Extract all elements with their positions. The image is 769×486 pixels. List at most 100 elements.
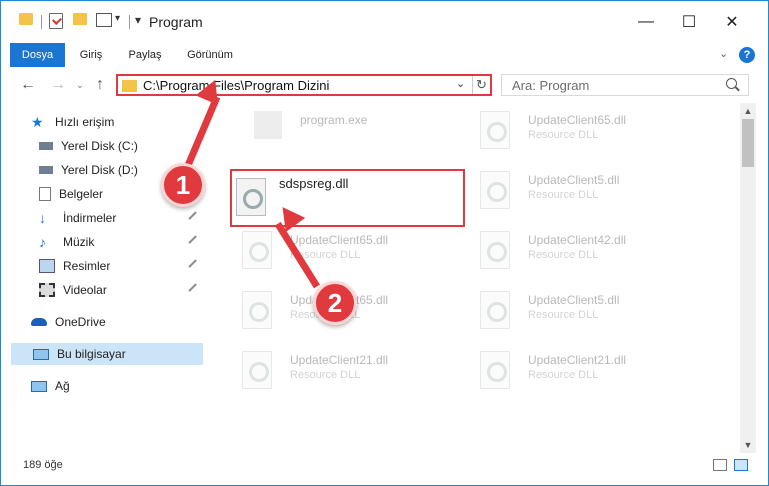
dll-icon [480, 351, 510, 389]
sidebar-item-quick-access[interactable]: ★ Hızlı erişim [31, 111, 203, 133]
exe-icon [254, 111, 282, 139]
quick-access-customize-icon[interactable] [96, 13, 112, 27]
sidebar-item-label: Resimler [63, 259, 111, 273]
separator [129, 15, 130, 29]
refresh-icon[interactable]: ↻ [472, 76, 490, 94]
dll-icon [480, 111, 510, 149]
tab-view[interactable]: Görünüm [177, 43, 243, 67]
sidebar-item-label: OneDrive [55, 315, 106, 329]
file-description: Resource DLL [528, 369, 599, 381]
file-name: UpdateClient65.dll [528, 113, 627, 127]
drive-icon [39, 166, 53, 174]
dll-icon [242, 231, 272, 269]
large-icons-view-icon[interactable] [734, 459, 748, 471]
scroll-down-icon[interactable]: ▼ [740, 437, 756, 453]
scroll-up-icon[interactable]: ▲ [740, 103, 756, 119]
sidebar-item-label: Belgeler [59, 187, 104, 201]
pin-icon[interactable] [188, 235, 200, 247]
properties-check-icon[interactable] [49, 13, 63, 29]
details-view-icon[interactable] [713, 459, 727, 471]
file-description: Resource DLL [290, 369, 361, 381]
computer-icon [33, 348, 49, 360]
file-item[interactable]: UpdateClient5.dll Resource DLL [456, 283, 694, 341]
cloud-icon [31, 318, 47, 326]
film-icon [39, 283, 55, 297]
sidebar-item-onedrive[interactable]: OneDrive [31, 311, 203, 333]
ribbon-expand-icon[interactable]: ⌄ [719, 47, 728, 60]
scroll-thumb[interactable] [742, 119, 754, 167]
sidebar-item-downloads[interactable]: ↓ İndirmeler [39, 207, 203, 229]
sidebar-item-music[interactable]: ♪ Müzik [39, 231, 203, 253]
sidebar-item-disk-c[interactable]: Yerel Disk (C:) [39, 135, 203, 157]
file-list: program.exe UpdateClient65.dll Resource … [206, 103, 740, 453]
dll-icon [242, 291, 272, 329]
pin-icon[interactable] [188, 283, 200, 295]
title-bar-caret-icon: ▾ [135, 13, 142, 27]
help-icon[interactable]: ? [739, 47, 755, 63]
download-icon: ↓ [39, 210, 46, 226]
close-button[interactable]: ✕ [720, 11, 744, 33]
tab-share[interactable]: Paylaş [119, 43, 171, 67]
navigation-bar: ← → ⌄ ↑ C:\Program Files\Program Dizini … [1, 67, 768, 103]
file-item[interactable]: UpdateClient21.dll Resource DLL [218, 343, 456, 401]
address-dropdown-icon[interactable]: ⌄ [456, 77, 465, 90]
back-button[interactable]: ← [17, 74, 39, 96]
annotation-badge-1: 1 [161, 163, 205, 207]
folder-icon [122, 80, 137, 92]
file-name: program.exe [300, 113, 368, 127]
file-item[interactable]: UpdateClient42.dll Resource DLL [456, 223, 694, 281]
search-icon[interactable] [726, 78, 737, 89]
file-name: UpdateClient21.dll [528, 353, 627, 367]
file-name: UpdateClient5.dll [528, 173, 620, 187]
highlighted-file-sdspsreg[interactable]: sdspsreg.dll [230, 169, 465, 227]
up-button[interactable]: ↑ [89, 74, 111, 96]
window-title: Program [149, 14, 203, 30]
pin-icon[interactable] [188, 259, 200, 271]
file-item[interactable]: UpdateClient65.dll Resource DLL [456, 103, 694, 161]
separator [41, 15, 42, 29]
sidebar-item-pictures[interactable]: Resimler [39, 255, 203, 277]
tab-home[interactable]: Giriş [69, 43, 113, 67]
file-item[interactable]: program.exe [218, 103, 456, 161]
search-box[interactable]: Ara: Program [501, 74, 749, 96]
file-description: Resource DLL [528, 189, 599, 201]
address-path[interactable]: C:\Program Files\Program Dizini [143, 78, 329, 93]
address-bar[interactable]: C:\Program Files\Program Dizini ⌄ ↻ [116, 74, 492, 96]
minimize-button[interactable]: — [634, 11, 658, 33]
vertical-scrollbar[interactable]: ▲ ▼ [740, 103, 756, 453]
sidebar-item-label: İndirmeler [63, 211, 117, 225]
sidebar-item-videos[interactable]: Videolar [39, 279, 203, 301]
annotation-badge-2: 2 [313, 281, 357, 325]
file-name: UpdateClient65.dll [290, 233, 389, 247]
sidebar-item-this-pc[interactable]: Bu bilgisayar [11, 343, 203, 365]
sidebar-item-label: Videolar [63, 283, 107, 297]
sidebar-item-network[interactable]: Ağ [31, 375, 203, 397]
maximize-button[interactable]: ☐ [677, 11, 701, 33]
forward-button[interactable]: → [47, 74, 69, 96]
new-folder-icon[interactable] [73, 13, 87, 25]
file-name: UpdateClient21.dll [290, 353, 389, 367]
sidebar-item-label: Ağ [55, 379, 70, 393]
recent-locations-button[interactable]: ⌄ [69, 74, 91, 96]
file-item[interactable]: UpdateClient21.dll Resource DLL [456, 343, 694, 401]
pin-icon[interactable] [188, 211, 200, 223]
navigation-pane: ★ Hızlı erişim Yerel Disk (C:) Yerel Dis… [1, 103, 206, 453]
chevron-down-icon[interactable]: ▾ [115, 13, 120, 24]
file-name: sdspsreg.dll [279, 176, 349, 191]
file-item[interactable]: UpdateClient65.dll Resource DLL [218, 223, 456, 281]
dll-icon [480, 171, 510, 209]
folder-icon [19, 13, 33, 25]
file-name: UpdateClient42.dll [528, 233, 627, 247]
status-bar: 189 öğe [1, 453, 768, 485]
pictures-icon [39, 259, 55, 273]
drive-icon [39, 142, 53, 150]
star-icon: ★ [31, 114, 44, 130]
ribbon-tabs: Dosya Giriş Paylaş Görünüm ⌄ ? [1, 43, 768, 101]
dll-icon [480, 291, 510, 329]
search-placeholder[interactable]: Ara: Program [512, 78, 589, 93]
music-icon: ♪ [39, 234, 46, 250]
item-count: 189 öğe [23, 459, 63, 471]
file-item[interactable]: UpdateClient5.dll Resource DLL [456, 163, 694, 221]
network-icon [31, 380, 47, 392]
sidebar-item-label: Yerel Disk (D:) [61, 163, 138, 177]
